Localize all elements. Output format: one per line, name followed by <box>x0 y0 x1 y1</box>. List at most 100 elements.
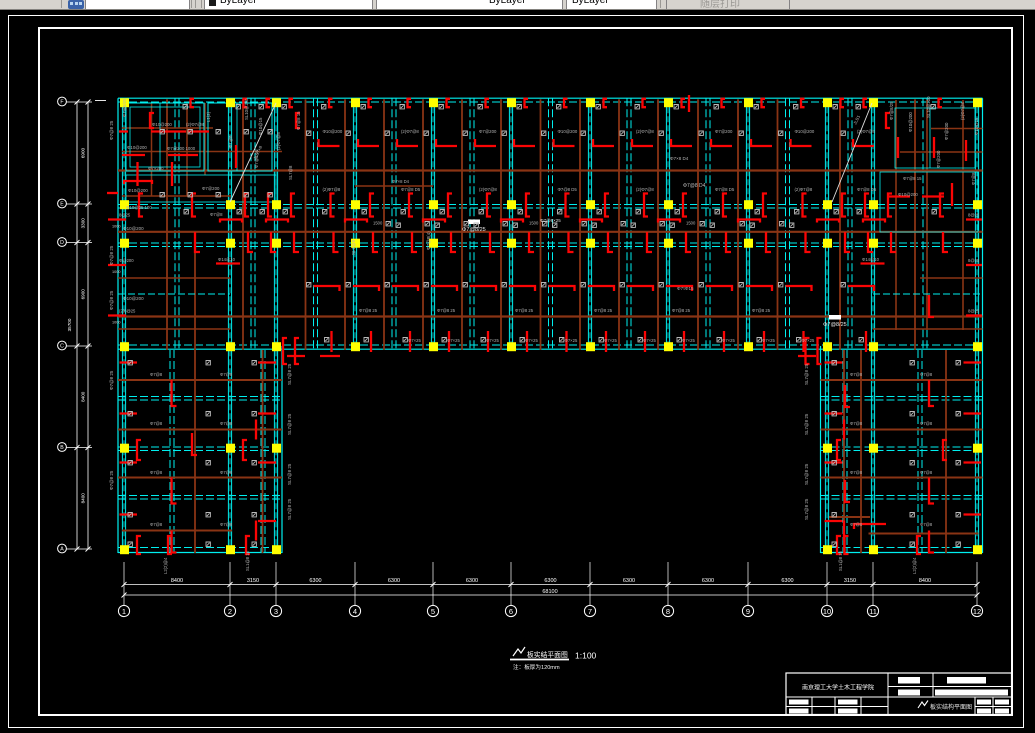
svg-text:Φ7@8 25: Φ7@8 25 <box>359 308 378 313</box>
svg-text:8@25: 8@25 <box>968 258 980 263</box>
svg-text:(2)Φ7@8: (2)Φ7@8 <box>479 187 497 192</box>
svg-text:Φ7@8: Φ7@8 <box>228 135 233 148</box>
svg-text:Φ7@200: Φ7@200 <box>202 186 220 191</box>
svg-text:SL7@8 25: SL7@8 25 <box>287 413 292 435</box>
svg-text:6300: 6300 <box>781 578 793 584</box>
svg-text:Φ7@8: Φ7@8 <box>150 470 163 475</box>
svg-text:SL1@8 15: SL1@8 15 <box>838 550 843 571</box>
svg-text:Φ7@8 D5: Φ7@8 D5 <box>857 187 877 192</box>
svg-text:1:100: 1:100 <box>575 651 597 661</box>
svg-text:3150: 3150 <box>247 578 259 584</box>
svg-text:Φ7@8: Φ7@8 <box>220 421 233 426</box>
svg-text:F: F <box>60 100 63 106</box>
svg-text:Φ7τΦ15: Φ7τΦ15 <box>677 286 694 291</box>
svg-text:Φ7@8: Φ7@8 <box>920 470 933 475</box>
svg-text:11: 11 <box>869 607 877 616</box>
svg-text:E: E <box>60 202 64 208</box>
svg-text:6300: 6300 <box>388 578 400 584</box>
svg-text:Φ7@8: Φ7@8 <box>210 212 223 217</box>
svg-text:Φ7×200: Φ7×200 <box>148 166 164 171</box>
svg-text:Φ7@8: Φ7@8 <box>920 421 933 426</box>
svg-text:(2)Φ7@8: (2)Φ7@8 <box>795 187 813 192</box>
svg-text:Φ7@8: Φ7@8 <box>850 522 863 527</box>
svg-text:Φ7@8×25: Φ7@8×25 <box>540 218 561 223</box>
svg-text:SL1@8 15: SL1@8 15 <box>245 550 250 571</box>
svg-text:Φ7@8: Φ7@8 <box>220 522 233 527</box>
svg-text:Φ10@200: Φ10@200 <box>127 145 147 150</box>
svg-text:Φ7@8 D4: Φ7@8 D4 <box>683 183 706 189</box>
svg-text:8@25: 8@25 <box>968 213 980 218</box>
svg-text:Φ7@8: Φ7@8 <box>850 470 863 475</box>
svg-text:Φ7@8 D5: Φ7@8 D5 <box>558 187 578 192</box>
svg-text:(2)Φ7@8: (2)Φ7@8 <box>186 122 204 127</box>
svg-text:5: 5 <box>431 607 435 616</box>
svg-text:SL7@8 25: SL7@8 25 <box>287 363 292 385</box>
svg-text:8: 8 <box>666 607 670 616</box>
svg-text:3: 3 <box>274 607 278 616</box>
svg-text:8400: 8400 <box>81 391 86 402</box>
svg-text:Φ7@8 25: Φ7@8 25 <box>109 245 114 265</box>
svg-text:Φ7@200: Φ7@200 <box>479 129 497 134</box>
svg-text:Φ10@200: Φ10@200 <box>123 226 144 231</box>
svg-text:SL7@8 25: SL7@8 25 <box>287 463 292 485</box>
svg-text:Φ7×25: Φ7×25 <box>722 338 735 343</box>
svg-text:Φ7@8: Φ7@8 <box>920 522 933 527</box>
svg-text:L2(2)@4: L2(2)@4 <box>163 557 168 574</box>
svg-text:Φ7@8 25: Φ7@8 25 <box>109 120 114 140</box>
svg-text:Φ7@8 25: Φ7@8 25 <box>109 290 114 310</box>
svg-text:Φ7@8/25: Φ7@8/25 <box>462 227 486 233</box>
svg-text:Φ7@8 25: Φ7@8 25 <box>672 308 691 313</box>
svg-text:L1(2): L1(2) <box>206 111 211 122</box>
svg-text:8@25: 8@25 <box>119 213 131 218</box>
svg-text:Φ7×25: Φ7×25 <box>604 338 617 343</box>
svg-text:Φ7×8 D4: Φ7×8 D4 <box>670 156 689 161</box>
svg-text:(2)Φ7@8: (2)Φ7@8 <box>276 132 281 150</box>
svg-text:Φ7@8: Φ7@8 <box>971 172 976 185</box>
svg-text:6300: 6300 <box>623 578 635 584</box>
svg-text:Φ7×25: Φ7×25 <box>762 338 775 343</box>
svg-text:L2(2)@4: L2(2)@4 <box>912 557 917 574</box>
svg-text:Φ10@200: Φ10@200 <box>908 112 913 132</box>
svg-text:(2)Φ7@8: (2)Φ7@8 <box>323 187 341 192</box>
svg-text:SL7@8 25: SL7@8 25 <box>804 413 809 435</box>
svg-text:Φ7×25: Φ7×25 <box>408 338 421 343</box>
svg-text:1500: 1500 <box>529 221 539 226</box>
svg-text:Φ10@200: Φ10@200 <box>128 188 148 193</box>
svg-text:Φ7×25: Φ7×25 <box>643 338 656 343</box>
svg-text:1500: 1500 <box>686 221 696 226</box>
svg-text:6300: 6300 <box>466 578 478 584</box>
svg-text:12: 12 <box>973 607 981 616</box>
svg-text:Φ7@200 1000: Φ7@200 1000 <box>167 146 196 151</box>
svg-text:Φ7@8/25: Φ7@8/25 <box>889 101 894 120</box>
svg-text:6900: 6900 <box>81 147 86 158</box>
svg-text:(2)8@25: (2)8@25 <box>119 309 136 314</box>
svg-text:(2)Φ7@8: (2)Φ7@8 <box>401 129 419 134</box>
svg-text:4: 4 <box>353 607 357 616</box>
svg-text:Φ7@8 15: Φ7@8 15 <box>296 111 301 130</box>
svg-text:8@25: 8@25 <box>968 309 980 314</box>
svg-text:Φ7×25: Φ7×25 <box>682 338 695 343</box>
svg-text:6300: 6300 <box>544 578 556 584</box>
svg-text:Φ7×25: Φ7×25 <box>802 338 815 343</box>
svg-text:Φ7@8: Φ7@8 <box>150 522 163 527</box>
svg-text:Φ7@8: Φ7@8 <box>150 421 163 426</box>
svg-text:3150: 3150 <box>844 578 856 584</box>
svg-text:Φ7×25: Φ7×25 <box>486 338 499 343</box>
svg-text:Φ7@8 25: Φ7@8 25 <box>515 308 534 313</box>
svg-text:(2)Φ7@8: (2)Φ7@8 <box>960 102 965 120</box>
svg-text:Φ7@8 25: Φ7@8 25 <box>752 308 771 313</box>
svg-text:Φ10@15: Φ10@15 <box>974 117 979 135</box>
svg-text:Φ10@200: Φ10@200 <box>898 192 918 197</box>
svg-text:SL7@8: SL7@8 <box>288 165 293 180</box>
svg-text:35700: 35700 <box>67 318 72 331</box>
svg-text:SL7@8: SL7@8 <box>351 239 356 255</box>
svg-text:6: 6 <box>509 607 513 616</box>
svg-text:Φ7@8: Φ7@8 <box>220 372 233 377</box>
svg-text:Φ7@8 D5: Φ7@8 D5 <box>715 187 735 192</box>
svg-text:Φ10@200: Φ10@200 <box>123 296 144 301</box>
svg-text:Φ@200: Φ@200 <box>119 258 134 263</box>
svg-text:Φ7@200: Φ7@200 <box>944 122 949 140</box>
svg-text:Φ7×25: Φ7×25 <box>525 338 538 343</box>
svg-text:Φ7×25: Φ7×25 <box>565 338 578 343</box>
svg-text:8400: 8400 <box>171 578 183 584</box>
